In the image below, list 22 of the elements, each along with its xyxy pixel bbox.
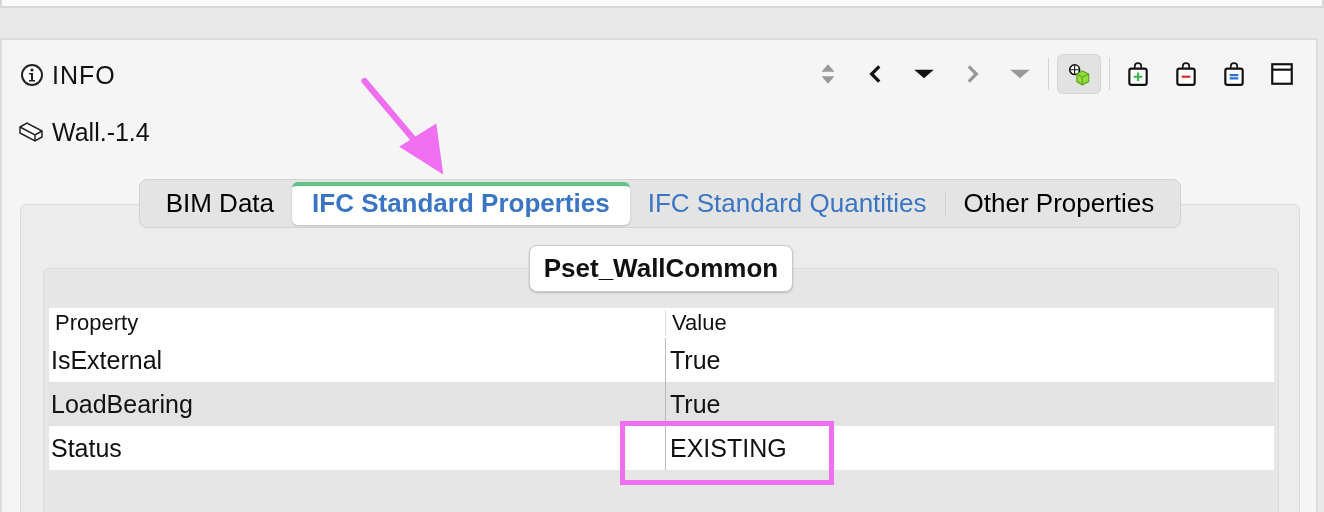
bag-plus-icon — [1125, 61, 1151, 87]
element-name: Wall.-1.4 — [52, 117, 150, 147]
wall-icon — [18, 121, 44, 143]
table-cell-text: LoadBearing — [50, 389, 194, 419]
tab[interactable]: IFC Standard Properties — [292, 182, 630, 225]
cube-icon — [1066, 61, 1092, 87]
bag-minus-icon — [1173, 61, 1199, 87]
column-header: Property — [54, 310, 140, 336]
table-cell: EXISTING — [665, 426, 787, 470]
column-header: Value — [665, 310, 727, 336]
group-title: Pset_WallCommon — [528, 245, 794, 292]
tab[interactable]: BIM Data — [165, 182, 275, 225]
tab[interactable]: Other Properties — [963, 182, 1155, 225]
bag-equals-icon — [1221, 61, 1247, 87]
table-cell-text: IsExternal — [50, 345, 164, 375]
panel-title: INFO — [52, 60, 116, 90]
window-icon — [1269, 61, 1295, 87]
cube-button[interactable] — [1057, 54, 1101, 94]
table-row[interactable]: LoadBearing True — [49, 382, 1274, 426]
tab[interactable]: IFC Standard Quantities — [647, 182, 927, 225]
info-icon — [20, 63, 44, 87]
table-cell-text: Status — [50, 433, 123, 463]
